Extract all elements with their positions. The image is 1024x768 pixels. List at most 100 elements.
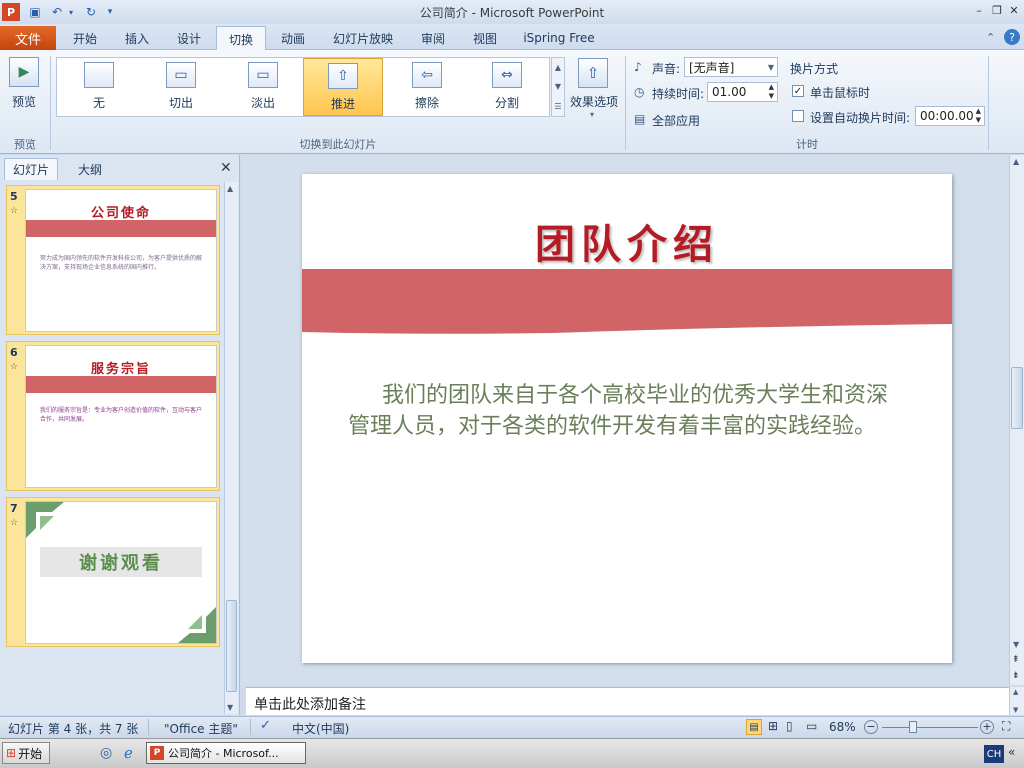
auto-advance-checkbox[interactable] <box>792 110 804 122</box>
slideshow-view-icon[interactable]: ▭ <box>806 719 817 733</box>
slide-body-text[interactable]: 我们的团队来自于各个高校毕业的优秀大学生和资深管理人员，对于各类的软件开发有着丰… <box>348 380 908 442</box>
slide-scrollbar[interactable]: ▲ ▼ ⇞ ⇟ <box>1009 155 1024 685</box>
tab-ispring[interactable]: iSpring Free <box>516 26 602 50</box>
transition-label: 推进 <box>330 97 355 111</box>
transition-push-icon: ⇧ <box>328 63 358 89</box>
close-panel-icon[interactable]: ✕ <box>220 160 232 176</box>
close-window-icon[interactable]: ✕ <box>1006 3 1022 17</box>
preview-button-label[interactable]: 预览 <box>6 93 42 110</box>
scroll-up-icon[interactable]: ▲ <box>227 184 233 193</box>
fit-to-window-icon[interactable]: ⛶ <box>1002 719 1010 734</box>
scroll-down-icon[interactable]: ▼ <box>1013 640 1019 649</box>
transition-label: 分割 <box>494 96 519 110</box>
on-click-checkbox[interactable]: ✓ <box>792 85 804 97</box>
tab-outline[interactable]: 大纲 <box>62 158 118 180</box>
transition-push[interactable]: ⇧ 推进 <box>303 58 383 116</box>
tab-design[interactable]: 设计 <box>166 26 212 50</box>
scroll-up-icon[interactable]: ▲ <box>1013 157 1019 166</box>
next-slide-icon[interactable]: ⇟ <box>1012 671 1020 681</box>
zoom-slider-track[interactable] <box>882 727 978 728</box>
thumbnail-title: 服务宗旨 <box>90 362 151 377</box>
language-indicator[interactable]: 中文(中国) <box>292 720 349 737</box>
previous-slide-icon[interactable]: ⇞ <box>1012 655 1020 665</box>
slide-sorter-view-icon[interactable]: ⊞ <box>768 719 778 733</box>
slide-title[interactable]: 团队介绍 <box>302 212 952 270</box>
scrollbar-thumb[interactable] <box>1011 367 1023 429</box>
transition-fade[interactable]: ▭ 淡出 <box>223 58 303 116</box>
gallery-more-icon[interactable]: ☰ <box>554 102 561 111</box>
transition-none[interactable]: 无 <box>59 58 139 116</box>
taskbar-powerpoint-button[interactable]: P 公司简介 - Microsof... <box>146 742 306 764</box>
ime-indicator[interactable]: CH <box>984 745 1004 763</box>
spinner-arrows-icon[interactable]: ▲ ▼ <box>976 107 981 125</box>
transition-label: 淡出 <box>250 96 275 110</box>
auto-advance-time-field[interactable]: 00:00.00 ▲ ▼ <box>915 106 985 126</box>
slide-title-band <box>302 269 952 334</box>
normal-view-icon[interactable]: ▤ <box>746 719 762 735</box>
duration-spinner[interactable]: 01.00 ▲ ▼ <box>707 82 778 102</box>
chevron-down-icon[interactable]: ▼ <box>768 63 774 72</box>
transition-split[interactable]: ⇔ 分割 <box>467 58 547 116</box>
thumbnail-text: 我们的服务宗旨是：专业为客户创造价值的软件，互动与客户合作，共同发展。 <box>40 407 203 423</box>
preview-group-label: 预览 <box>14 138 36 151</box>
start-button[interactable]: ⊞ 开始 <box>2 742 50 764</box>
slide-thumbnail[interactable]: 5 ☆ 公司使命 努力成为国内领先的软件开发科技公司，为客户提供优质的解决方案，… <box>6 185 220 335</box>
effect-options-button[interactable]: 效果选项 <box>568 93 620 110</box>
preview-icon[interactable]: ▶ <box>9 57 39 87</box>
scroll-down-icon[interactable]: ▼ <box>1013 706 1018 714</box>
zoom-level[interactable]: 68% <box>829 720 856 734</box>
scroll-up-icon[interactable]: ▲ <box>1013 688 1018 696</box>
gallery-scrollbar[interactable]: ▲ ▼ ☰ <box>551 57 565 117</box>
effect-options-icon[interactable]: ⇧ <box>578 58 608 88</box>
scrollbar-thumb[interactable] <box>226 600 237 692</box>
spellcheck-icon[interactable]: ✓ <box>260 718 271 733</box>
clock-icon: ◷ <box>634 85 645 99</box>
tab-view[interactable]: 视图 <box>462 26 508 50</box>
gallery-down-icon[interactable]: ▼ <box>555 82 561 91</box>
panel-scrollbar[interactable]: ▲ ▼ <box>224 182 238 714</box>
restore-icon[interactable]: ❐ <box>989 3 1005 17</box>
zoom-out-icon[interactable]: − <box>864 720 878 734</box>
tab-insert[interactable]: 插入 <box>114 26 160 50</box>
tab-slides[interactable]: 幻灯片 <box>4 158 58 180</box>
gallery-up-icon[interactable]: ▲ <box>555 63 561 72</box>
transition-star-icon: ☆ <box>10 206 19 216</box>
thumbnail-title: 公司使命 <box>90 206 151 221</box>
zoom-slider-thumb[interactable] <box>908 721 917 733</box>
notes-pane[interactable]: 单击此处添加备注 <box>246 687 1010 715</box>
tab-review[interactable]: 审阅 <box>410 26 456 50</box>
zoom-in-icon[interactable]: + <box>980 720 994 734</box>
transition-wipe[interactable]: ⇦ 擦除 <box>387 58 467 116</box>
tab-slideshow[interactable]: 幻灯片放映 <box>326 26 400 50</box>
theme-name: "Office 主题" <box>164 722 238 736</box>
tab-animations[interactable]: 动画 <box>270 26 316 50</box>
transition-cut[interactable]: ▭ 切出 <box>141 58 221 116</box>
tray-expand-icon[interactable]: « <box>1008 745 1015 759</box>
help-icon[interactable]: ? <box>1004 29 1020 45</box>
notes-scrollbar[interactable]: ▲ ▼ <box>1009 687 1024 715</box>
current-slide[interactable]: 团队介绍 我们的团队来自于各个高校毕业的优秀大学生和资深管理人员，对于各类的软件… <box>302 174 952 663</box>
slide-thumbnail[interactable]: 7 ☆ 谢谢观看 <box>6 497 220 647</box>
apply-all-button[interactable]: 全部应用 <box>652 112 700 129</box>
thumbnail-title: 谢谢观看 <box>40 547 202 577</box>
sound-select[interactable]: [无声音] ▼ <box>684 57 778 77</box>
transition-gallery: 无 ▭ 切出 ▭ 淡出 ⇧ 推进 ⇦ 擦除 ⇔ 分割 <box>56 57 550 117</box>
spinner-arrows-icon[interactable]: ▲ ▼ <box>769 83 774 101</box>
sound-label: 声音: <box>652 62 681 76</box>
minimize-icon[interactable]: – <box>971 3 987 17</box>
scroll-down-icon[interactable]: ▼ <box>227 703 233 712</box>
notes-placeholder[interactable]: 单击此处添加备注 <box>254 694 366 714</box>
slide-thumbnail[interactable]: 6 ☆ 服务宗旨 我们的服务宗旨是：专业为客户创造价值的软件，互动与客户合作，共… <box>6 341 220 491</box>
tab-file[interactable]: 文件 <box>0 26 56 50</box>
duration-label: 持续时间: <box>652 87 705 101</box>
reading-view-icon[interactable]: ▯ <box>786 719 793 733</box>
show-desktop-icon[interactable]: ◎ <box>100 745 112 761</box>
status-separator <box>148 719 149 735</box>
collapse-ribbon-icon[interactable]: ⌃ <box>986 31 995 44</box>
tab-home[interactable]: 开始 <box>62 26 108 50</box>
internet-explorer-icon[interactable]: ℯ <box>124 744 133 762</box>
slide-number: 6 <box>10 346 18 359</box>
effect-options-dropdown-icon[interactable]: ▾ <box>590 110 594 119</box>
thumbnail-text: 努力成为国内领先的软件开发科技公司，为客户提供优质的解决方案，支持现场企业信息系… <box>40 255 203 271</box>
tab-transitions[interactable]: 切换 <box>216 26 266 51</box>
